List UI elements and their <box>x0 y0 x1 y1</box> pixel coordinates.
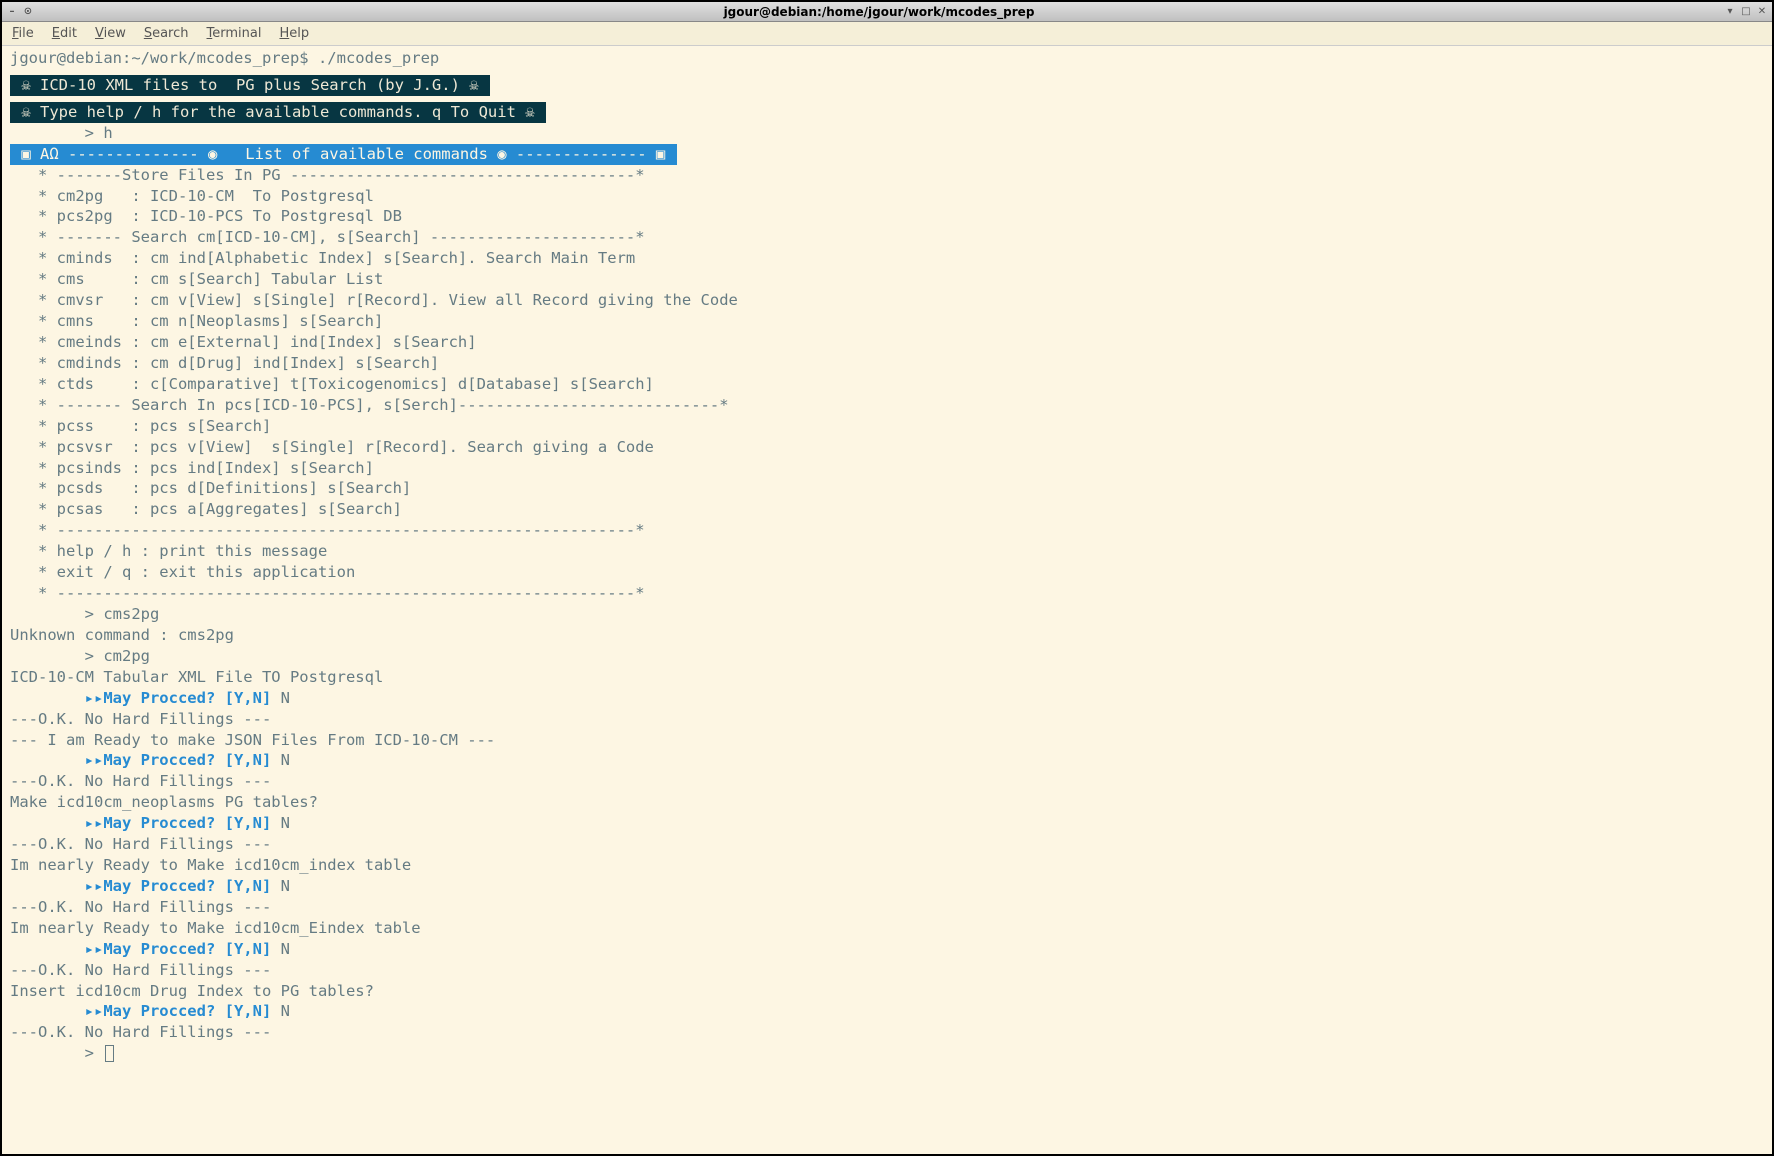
help-line: * pcs2pg : ICD-10-PCS To Postgresql DB <box>10 207 402 225</box>
menu-view[interactable]: View <box>95 26 126 41</box>
help-banner: ☠ Type help / h for the available comman… <box>10 102 546 123</box>
proceed-prompt: ▸▸May Procced? [Y,N] <box>85 751 272 769</box>
output-line: Insert icd10cm Drug Index to PG tables? <box>10 982 374 1000</box>
cursor-icon <box>105 1045 114 1062</box>
proceed-prompt: ▸▸May Procced? [Y,N] <box>85 940 272 958</box>
help-line: * --------------------------------------… <box>10 584 645 602</box>
proceed-prompt: ▸▸May Procced? [Y,N] <box>85 877 272 895</box>
menu-terminal[interactable]: Terminal <box>207 26 262 41</box>
help-line: * ctds : c[Comparative] t[Toxicogenomics… <box>10 375 654 393</box>
help-line: * cminds : cm ind[Alphabetic Index] s[Se… <box>10 249 635 267</box>
window-menu-icon[interactable]: – <box>6 6 18 18</box>
commands-banner: ▣ AΩ -------------- ◉ List of available … <box>10 144 677 165</box>
user-input: > h <box>10 124 113 142</box>
help-line: * exit / q : exit this application <box>10 563 355 581</box>
shell-prompt: jgour@debian:~/work/mcodes_prep$ ./mcode… <box>10 49 439 67</box>
help-line: * -------Store Files In PG -------------… <box>10 166 645 184</box>
help-line: * cmvsr : cm v[View] s[Single] r[Record]… <box>10 291 738 309</box>
output-line: Unknown command : cms2pg <box>10 626 234 644</box>
window-titlebar: – ⊙ jgour@debian:/home/jgour/work/mcodes… <box>2 2 1772 22</box>
output-line: --- I am Ready to make JSON Files From I… <box>10 731 495 749</box>
output-line: ---O.K. No Hard Fillings --- <box>10 835 271 853</box>
help-line: * ------- Search In pcs[ICD-10-PCS], s[S… <box>10 396 729 414</box>
final-prompt: > <box>10 1044 103 1062</box>
menubar: File Edit View Search Terminal Help <box>2 22 1772 46</box>
help-line: * pcsas : pcs a[Aggregates] s[Search] <box>10 500 402 518</box>
help-line: * cms : cm s[Search] Tabular List <box>10 270 383 288</box>
proceed-prompt: ▸▸May Procced? [Y,N] <box>85 814 272 832</box>
proceed-answer: N <box>271 751 290 769</box>
output-line: ---O.K. No Hard Fillings --- <box>10 1023 271 1041</box>
help-line: * ------- Search cm[ICD-10-CM], s[Search… <box>10 228 645 246</box>
output-line: Im nearly Ready to Make icd10cm_Eindex t… <box>10 919 421 937</box>
proceed-answer: N <box>271 814 290 832</box>
proceed-prompt: ▸▸May Procced? [Y,N] <box>85 1002 272 1020</box>
help-line: * help / h : print this message <box>10 542 327 560</box>
proceed-answer: N <box>271 877 290 895</box>
close-icon[interactable]: ✕ <box>1756 6 1768 18</box>
help-line: * pcsvsr : pcs v[View] s[Single] r[Recor… <box>10 438 654 456</box>
proceed-answer: N <box>271 1002 290 1020</box>
output-line: ---O.K. No Hard Fillings --- <box>10 961 271 979</box>
menu-search[interactable]: Search <box>144 26 189 41</box>
help-line: * cm2pg : ICD-10-CM To Postgresql <box>10 187 374 205</box>
help-line: * pcsds : pcs d[Definitions] s[Search] <box>10 479 411 497</box>
output-line: Im nearly Ready to Make icd10cm_index ta… <box>10 856 411 874</box>
output-line: ---O.K. No Hard Fillings --- <box>10 710 271 728</box>
proceed-prompt: ▸▸May Procced? [Y,N] <box>85 689 272 707</box>
terminal-view[interactable]: jgour@debian:~/work/mcodes_prep$ ./mcode… <box>2 46 1772 1154</box>
proceed-answer: N <box>271 689 290 707</box>
menu-file[interactable]: File <box>12 26 34 41</box>
menu-help[interactable]: Help <box>279 26 309 41</box>
help-line: * cmeinds : cm e[External] ind[Index] s[… <box>10 333 477 351</box>
output-line: ---O.K. No Hard Fillings --- <box>10 898 271 916</box>
proceed-answer: N <box>271 940 290 958</box>
window-sticky-icon[interactable]: ⊙ <box>22 6 34 18</box>
window-title: jgour@debian:/home/jgour/work/mcodes_pre… <box>34 5 1724 19</box>
help-line: * --------------------------------------… <box>10 521 645 539</box>
maximize-icon[interactable]: □ <box>1740 6 1752 18</box>
help-line: * cmns : cm n[Neoplasms] s[Search] <box>10 312 383 330</box>
output-line: ICD-10-CM Tabular XML File TO Postgresql <box>10 668 383 686</box>
user-input: > cm2pg <box>10 647 150 665</box>
help-line: * pcsinds : pcs ind[Index] s[Search] <box>10 459 374 477</box>
user-input: > cms2pg <box>10 605 159 623</box>
help-line: * pcss : pcs s[Search] <box>10 417 271 435</box>
app-banner: ☠ ICD-10 XML files to PG plus Search (by… <box>10 75 490 96</box>
help-line: * cmdinds : cm d[Drug] ind[Index] s[Sear… <box>10 354 439 372</box>
minimize-icon[interactable]: ▾ <box>1724 6 1736 18</box>
terminal-window: – ⊙ jgour@debian:/home/jgour/work/mcodes… <box>0 0 1774 1156</box>
output-line: ---O.K. No Hard Fillings --- <box>10 772 271 790</box>
output-line: Make icd10cm_neoplasms PG tables? <box>10 793 318 811</box>
menu-edit[interactable]: Edit <box>52 26 77 41</box>
